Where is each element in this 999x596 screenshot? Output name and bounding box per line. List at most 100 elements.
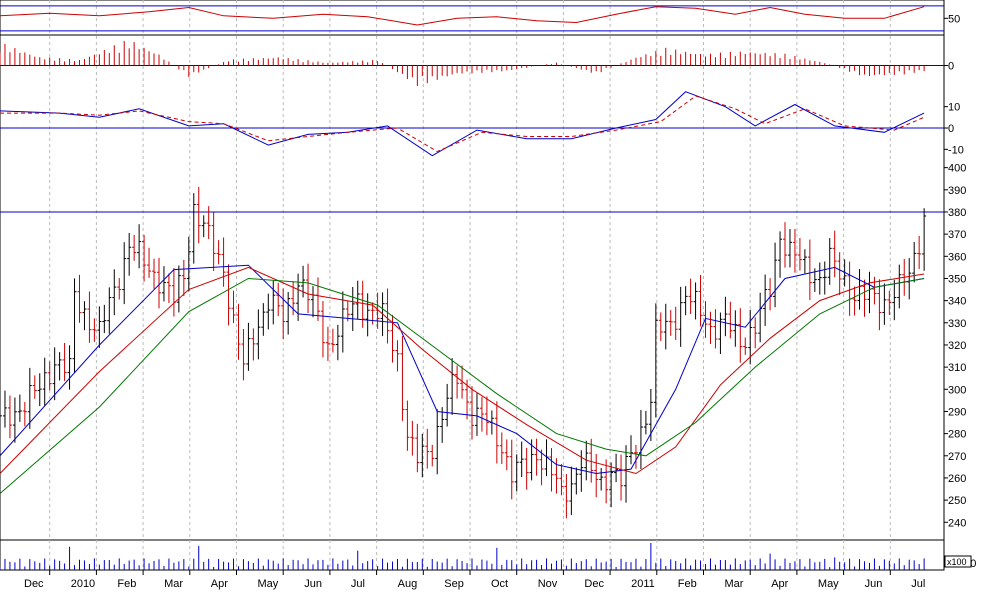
price-bar: [549, 448, 554, 492]
price-bar: [882, 283, 887, 325]
price-bar: [509, 439, 514, 500]
x-tick-label: Oct: [491, 578, 508, 590]
price-bar: [171, 268, 176, 317]
price-bar: [107, 287, 112, 334]
price-bar: [82, 301, 87, 331]
price-bar: [693, 282, 698, 320]
price-bar: [683, 286, 688, 316]
price-bar: [97, 306, 102, 348]
price-bar: [196, 186, 201, 244]
price-bar: [191, 193, 196, 264]
price-bar: [32, 375, 37, 399]
price-bar: [161, 266, 166, 302]
price-bar: [52, 347, 57, 401]
price-bar: [276, 282, 281, 317]
x-tick-label: Feb: [117, 578, 136, 590]
price-bar: [241, 328, 246, 381]
price-bar: [0, 409, 2, 441]
x-tick-label: Apr: [211, 578, 228, 590]
price-bar: [673, 306, 678, 340]
price-bar: [430, 444, 435, 467]
price-bar: [678, 286, 683, 347]
price-bar: [117, 278, 122, 300]
price-bar: [857, 269, 862, 310]
price-bar: [643, 410, 648, 435]
price-tick-label: 320: [948, 340, 966, 352]
x-tick-label: Dec: [584, 578, 604, 590]
price-bar: [539, 449, 544, 486]
price-bar: [122, 242, 127, 305]
price-bar: [802, 249, 807, 274]
price-bar: [435, 409, 440, 475]
price-tick-label: 340: [948, 296, 966, 308]
x-tick-label: May: [818, 578, 839, 590]
price-bar: [2, 390, 7, 428]
price-bar: [365, 293, 370, 337]
panel3-line-line: [0, 91, 925, 157]
price-bar: [355, 280, 360, 320]
price-bar: [236, 303, 241, 360]
price-bar: [320, 301, 325, 358]
price-bar: [713, 309, 718, 349]
price-bar: [455, 365, 460, 399]
price-bar: [922, 208, 927, 271]
panel3-tick-label: 10: [948, 102, 960, 114]
price-bar: [479, 396, 484, 432]
price-tick-label: 400: [948, 163, 966, 175]
price-bar: [807, 239, 812, 301]
x-tick-label: Jul: [351, 578, 365, 590]
price-tick-label: 370: [948, 229, 966, 241]
price-tick-label: 390: [948, 185, 966, 197]
price-bar: [67, 345, 72, 390]
price-bar: [688, 278, 693, 315]
price-bar: [47, 361, 52, 391]
price-tick-label: 310: [948, 362, 966, 374]
price-bar: [281, 288, 286, 340]
x-tick-label: 2010: [71, 578, 95, 590]
price-bar: [211, 212, 216, 271]
price-bar: [758, 292, 763, 343]
price-bar: [201, 215, 206, 238]
price-bar: [216, 240, 221, 265]
price-bar: [783, 222, 788, 268]
price-bar: [450, 358, 455, 415]
price-bar: [92, 318, 97, 342]
stock-chart: Dec 2010 Feb Mar Apr May Jun Jul Aug Sep Oct Nov Dec…: [0, 0, 999, 591]
price-bar: [286, 291, 291, 335]
price-bar: [534, 438, 539, 476]
price-tick-label: 240: [948, 517, 966, 529]
price-bar: [514, 454, 519, 492]
price-bar: [306, 263, 311, 314]
price-bar: [470, 386, 474, 440]
price-bar: [132, 234, 137, 261]
price-bar: [778, 231, 783, 278]
price-bar: [12, 397, 17, 443]
price-bar: [728, 301, 733, 339]
price-bar: [206, 206, 211, 239]
price-bar: [738, 308, 743, 363]
x-tick-label: Mar: [164, 578, 183, 590]
price-bar: [256, 309, 261, 360]
price-bar: [17, 394, 22, 422]
price-bar: [266, 293, 271, 330]
price-bar: [415, 423, 420, 473]
price-bar: [27, 367, 32, 429]
price-bar: [708, 311, 713, 345]
panel1-line: [0, 6, 925, 26]
price-bar: [897, 264, 902, 309]
price-bar: [763, 274, 768, 326]
price-bar: [494, 401, 499, 464]
price-bar: [624, 445, 629, 503]
x-tick-label: Feb: [678, 578, 697, 590]
price-bar: [698, 274, 703, 327]
price-bar: [166, 273, 171, 303]
price-bar: [261, 303, 266, 336]
price-bar: [832, 230, 837, 278]
price-bar: [72, 278, 77, 374]
price-tick-label: 280: [948, 429, 966, 441]
price-tick-label: 360: [948, 251, 966, 263]
x-tick-label: May: [258, 578, 279, 590]
price-bar: [519, 441, 524, 478]
price-tick-label: 290: [948, 406, 966, 418]
price-bar: [42, 357, 47, 406]
